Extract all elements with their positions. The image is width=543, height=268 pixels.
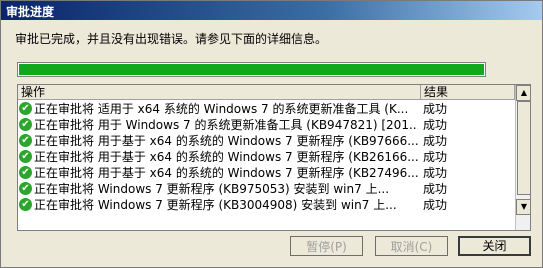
table-row[interactable]: ✔ 正在审批将 Windows 7 更新程序 (KB975053) 安装到 wi… — [18, 181, 515, 197]
result-text: 成功 — [423, 150, 448, 164]
check-circle-icon: ✔ — [19, 182, 32, 195]
check-circle-icon: ✔ — [19, 102, 32, 115]
table-row[interactable]: ✔ 正在审批将 用于基于 x64 的系统的 Windows 7 更新程序 (KB… — [18, 165, 515, 181]
list-header: 操作 结果 — [18, 85, 530, 101]
check-circle-icon: ✔ — [19, 150, 32, 163]
window-title: 审批进度 — [6, 5, 55, 19]
check-circle-icon: ✔ — [19, 134, 32, 147]
status-description: 审批已完成，并且没有出现错误。请参见下面的详细信息。 — [15, 32, 328, 46]
pause-button[interactable]: 暂停(P) — [290, 236, 363, 256]
result-text: 成功 — [423, 118, 448, 132]
result-text: 成功 — [423, 134, 448, 148]
table-row[interactable]: ✔ 正在审批将 Windows 7 更新程序 (KB3004908) 安装到 w… — [18, 197, 515, 213]
close-button[interactable]: 关闭 — [458, 236, 531, 256]
column-header-operation[interactable]: 操作 — [18, 85, 421, 100]
result-text: 成功 — [423, 166, 448, 180]
operations-list[interactable]: 操作 结果 ✔ 正在审批将 适用于 x64 系统的 Windows 7 的系统更… — [17, 84, 531, 231]
table-row[interactable]: ✔ 正在审批将 用于 Windows 7 的系统更新准备工具 (KB947821… — [18, 117, 515, 133]
list-rows: ✔ 正在审批将 适用于 x64 系统的 Windows 7 的系统更新准备工具 … — [18, 101, 515, 213]
approval-progress-dialog: 审批进度 审批已完成，并且没有出现错误。请参见下面的详细信息。 操作 结果 ✔ … — [0, 0, 543, 268]
check-circle-icon: ✔ — [19, 166, 32, 179]
scroll-down-icon[interactable]: ▼ — [516, 199, 530, 215]
column-header-result[interactable]: 结果 — [421, 85, 515, 100]
table-row[interactable]: ✔ 正在审批将 用于基于 x64 的系统的 Windows 7 更新程序 (KB… — [18, 133, 515, 149]
operation-text: 正在审批将 用于基于 x64 的系统的 Windows 7 更新程序 (KB27… — [34, 166, 418, 180]
check-circle-icon: ✔ — [19, 118, 32, 131]
scroll-up-icon[interactable]: ▲ — [516, 85, 530, 101]
operation-text: 正在审批将 Windows 7 更新程序 (KB3004908) 安装到 win… — [34, 198, 397, 212]
result-text: 成功 — [423, 102, 448, 116]
operation-text: 正在审批将 用于 Windows 7 的系统更新准备工具 (KB947821) … — [34, 118, 418, 132]
scroll-thumb[interactable] — [517, 101, 530, 195]
vertical-scrollbar[interactable]: ▲ ▼ — [515, 85, 530, 230]
check-circle-icon: ✔ — [19, 198, 32, 211]
progress-bar — [17, 62, 486, 77]
operation-text: 正在审批将 用于基于 x64 的系统的 Windows 7 更新程序 (KB26… — [34, 150, 418, 164]
cancel-button[interactable]: 取消(C) — [375, 236, 448, 256]
progress-fill — [19, 64, 484, 75]
title-bar[interactable]: 审批进度 — [1, 1, 542, 20]
operation-text: 正在审批将 用于基于 x64 的系统的 Windows 7 更新程序 (KB97… — [34, 134, 418, 148]
table-row[interactable]: ✔ 正在审批将 适用于 x64 系统的 Windows 7 的系统更新准备工具 … — [18, 101, 515, 117]
operation-text: 正在审批将 Windows 7 更新程序 (KB975053) 安装到 win7… — [34, 182, 390, 196]
result-text: 成功 — [423, 198, 448, 212]
result-text: 成功 — [423, 182, 448, 196]
operation-text: 正在审批将 适用于 x64 系统的 Windows 7 的系统更新准备工具 (K… — [34, 102, 409, 116]
table-row[interactable]: ✔ 正在审批将 用于基于 x64 的系统的 Windows 7 更新程序 (KB… — [18, 149, 515, 165]
